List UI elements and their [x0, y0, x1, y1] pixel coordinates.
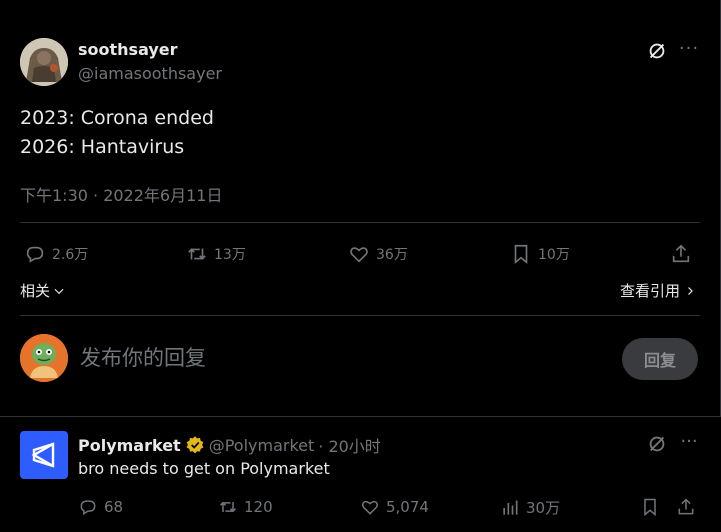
- more-options-icon[interactable]: ···: [678, 40, 700, 62]
- main-tweet: soothsayer @iamasoothsayer ··· 2023: Cor…: [0, 0, 721, 416]
- retweet-count: 120: [244, 498, 273, 516]
- more-options-icon[interactable]: ···: [678, 433, 700, 455]
- reply-button[interactable]: 2.6万: [24, 240, 88, 268]
- share-button[interactable]: [676, 497, 696, 517]
- bookmark-button[interactable]: 10万: [510, 240, 570, 268]
- like-count: 36万: [376, 247, 408, 263]
- retweet-button[interactable]: 13万: [186, 240, 246, 268]
- reply-button[interactable]: 68: [78, 497, 123, 517]
- polymarket-logo-icon: [31, 442, 55, 468]
- author-name[interactable]: soothsayer: [78, 40, 178, 59]
- reply-icon: [80, 500, 96, 515]
- reply-tweet-actions: 68 120 5,074 30万: [78, 497, 698, 521]
- share-icon: [678, 498, 694, 515]
- bookmark-icon: [644, 498, 656, 517]
- tweet-text-line: 2023: Corona ended: [20, 107, 214, 129]
- tweet-text: 2023: Corona ended 2026: Hantavirus: [20, 104, 214, 162]
- bookmark-icon: [514, 244, 528, 265]
- reply-icon: [26, 246, 44, 263]
- like-count: 5,074: [386, 498, 429, 516]
- retweet-count: 13万: [214, 247, 246, 263]
- author-avatar[interactable]: [20, 38, 68, 86]
- retweet-button[interactable]: 120: [218, 497, 273, 517]
- reply-author-handle[interactable]: @Polymarket: [209, 436, 315, 455]
- verified-badge-icon: [186, 436, 204, 454]
- heart-icon: [361, 500, 379, 515]
- views-count: 30万: [526, 499, 561, 517]
- author-handle[interactable]: @iamasoothsayer: [78, 64, 222, 83]
- share-button[interactable]: [670, 240, 692, 268]
- share-icon: [672, 244, 690, 263]
- tweet-actions: 2.6万 13万 36万 10万: [20, 240, 700, 268]
- tweet-timestamp[interactable]: 下午1:30 · 2022年6月11日: [20, 182, 222, 206]
- like-button[interactable]: 5,074: [360, 497, 429, 517]
- views-button[interactable]: 30万: [500, 497, 560, 518]
- heart-icon: [350, 247, 368, 263]
- reply-count: 2.6万: [52, 247, 89, 263]
- bookmark-button[interactable]: [640, 497, 660, 517]
- reply-author-name[interactable]: Polymarket: [78, 436, 181, 455]
- retweet-icon: [188, 248, 206, 260]
- chevron-down-icon: [54, 288, 64, 294]
- view-quotes-label: 查看引用: [619, 282, 680, 300]
- related-toggle[interactable]: 相关: [20, 280, 66, 301]
- reply-count: 68: [104, 498, 124, 516]
- bookmark-count: 10万: [538, 247, 570, 263]
- like-button[interactable]: 36万: [348, 240, 408, 268]
- view-quotes-link[interactable]: 查看引用: [620, 280, 696, 301]
- reply-input[interactable]: [80, 340, 600, 376]
- current-user-avatar[interactable]: [20, 334, 68, 382]
- reply-tweet[interactable]: Polymarket @Polymarket · 20小时 bro needs …: [0, 417, 721, 532]
- divider: [20, 315, 700, 316]
- reply-submit-button[interactable]: 回复: [622, 338, 698, 380]
- chevron-right-icon: [688, 286, 693, 295]
- retweet-icon: [219, 501, 237, 513]
- tweet-text-line: 2026: Hantavirus: [20, 136, 185, 158]
- reply-text: bro needs to get on Polymarket: [78, 459, 330, 478]
- grok-icon[interactable]: [646, 433, 668, 455]
- polymarket-avatar[interactable]: [20, 431, 68, 479]
- reply-time[interactable]: · 20小时: [318, 433, 381, 457]
- divider: [20, 222, 700, 223]
- reply-tweet-header: Polymarket @Polymarket · 20小时: [78, 433, 381, 457]
- grok-icon[interactable]: [646, 40, 668, 62]
- related-label: 相关: [20, 282, 51, 300]
- views-chart-icon: [503, 500, 518, 515]
